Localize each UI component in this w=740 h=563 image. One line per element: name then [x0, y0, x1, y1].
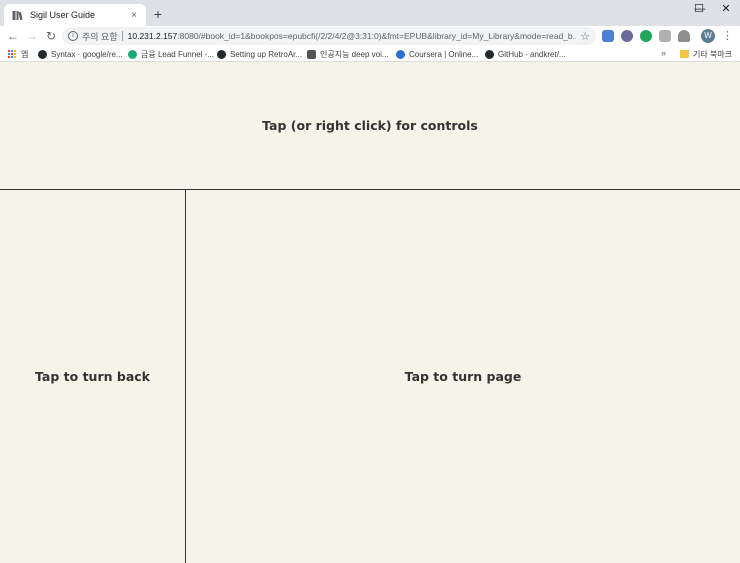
- evernote-extension-icon[interactable]: [640, 30, 652, 42]
- address-bar[interactable]: i 주의 요함 10.231.2.157:8080/#book_id=1&boo…: [62, 27, 596, 45]
- github-icon: [38, 49, 47, 59]
- turn-page-hint: Tap to turn page: [404, 369, 522, 384]
- cloud-extension-icon[interactable]: [678, 30, 690, 42]
- new-tab-button[interactable]: +: [151, 6, 165, 22]
- tab-strip: Sigil User Guide × + — ☐ ✕: [0, 0, 740, 26]
- controls-tap-zone[interactable]: Tap (or right click) for controls: [0, 62, 740, 190]
- profile-avatar[interactable]: W: [701, 29, 715, 43]
- bookmark-label: Syntax · google/re...: [51, 49, 123, 59]
- back-button[interactable]: ←: [5, 28, 21, 44]
- bookmark-item[interactable]: GitHub - andkret/...: [485, 48, 566, 60]
- bookmarks-overflow-icon[interactable]: »: [661, 48, 666, 58]
- apps-grid-icon: [8, 49, 17, 59]
- security-status: 주의 요함: [82, 31, 118, 42]
- coursera-icon: [396, 49, 405, 59]
- browser-toolbar: ← → ↻ i 주의 요함 10.231.2.157:8080/#book_id…: [0, 26, 740, 46]
- bookmark-item[interactable]: Syntax · google/re...: [38, 48, 123, 60]
- github-icon: [485, 49, 494, 59]
- bookmark-label: GitHub - andkret/...: [498, 49, 566, 59]
- controls-hint: Tap (or right click) for controls: [262, 118, 478, 133]
- bookmark-label: 인공지능 deep voi...: [320, 49, 389, 59]
- bookmark-label: Setting up RetroAr...: [230, 49, 303, 59]
- folder-icon: [680, 50, 689, 58]
- url-text[interactable]: 10.231.2.157:8080/#book_id=1&bookpos=epu…: [128, 31, 577, 41]
- book-icon: [12, 10, 23, 20]
- github-icon: [217, 49, 226, 59]
- info-icon[interactable]: i: [68, 31, 78, 41]
- tab-close-icon[interactable]: ×: [128, 10, 140, 21]
- turn-page-tap-zone[interactable]: Tap to turn page: [186, 190, 740, 563]
- bookmark-item[interactable]: 금융 Lead Funnel -...: [128, 48, 214, 60]
- url-path: :8080/#book_id=1&bookpos=epubcfi(/2/2/4/…: [177, 31, 577, 41]
- bookmark-item[interactable]: Setting up RetroAr...: [217, 48, 302, 60]
- omnibox-separator: [121, 31, 123, 41]
- turn-back-hint: Tap to turn back: [35, 369, 150, 384]
- bookmark-item[interactable]: Coursera | Online...: [396, 48, 478, 60]
- bookmark-star-icon[interactable]: ☆: [580, 30, 590, 43]
- bookmark-label: 기타 북마크: [693, 49, 733, 59]
- bookmark-favicon-icon: [128, 49, 137, 59]
- forward-button[interactable]: →: [24, 28, 40, 44]
- bookmark-apps[interactable]: 앱: [8, 48, 28, 60]
- more-menu-icon[interactable]: ⋮: [722, 28, 733, 44]
- extension-icon[interactable]: [621, 30, 633, 42]
- turn-back-tap-zone[interactable]: Tap to turn back: [0, 190, 186, 563]
- other-bookmarks-folder[interactable]: 기타 북마크: [680, 48, 732, 60]
- screenshot-extension-icon[interactable]: [659, 30, 671, 42]
- maximize-button[interactable]: ☐: [685, 0, 713, 18]
- url-host: 10.231.2.157: [127, 31, 178, 41]
- bookmarks-bar: 앱 Syntax · google/re... 금융 Lead Funnel -…: [0, 46, 740, 62]
- browser-tab[interactable]: Sigil User Guide ×: [4, 4, 146, 26]
- bookmark-label: 금융 Lead Funnel -...: [141, 49, 214, 59]
- close-window-button[interactable]: ✕: [712, 0, 740, 18]
- tab-title: Sigil User Guide: [30, 10, 96, 20]
- bookmark-favicon-icon: [307, 49, 316, 59]
- bookmark-label: 앱: [21, 49, 29, 59]
- bookmark-item[interactable]: 인공지능 deep voi...: [307, 48, 389, 60]
- reload-button[interactable]: ↻: [43, 28, 59, 44]
- reader-area: Tap (or right click) for controls Tap to…: [0, 62, 740, 563]
- translate-extension-icon[interactable]: [602, 30, 614, 42]
- bookmark-label: Coursera | Online...: [409, 49, 479, 59]
